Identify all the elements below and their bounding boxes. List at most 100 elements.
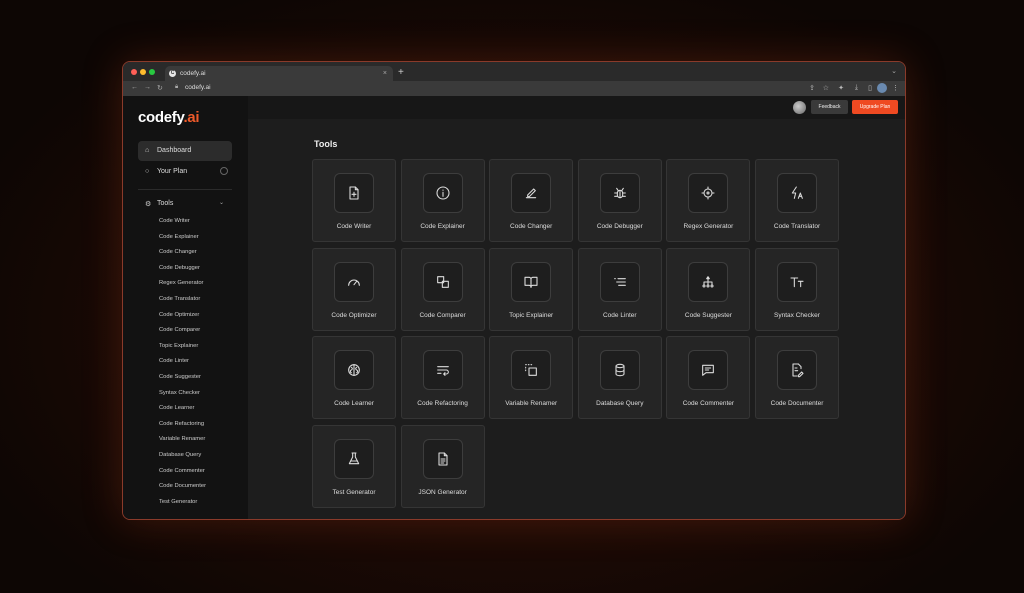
- sidebar-item-your-plan[interactable]: ○ Your Plan: [138, 162, 232, 182]
- tool-card-variable-renamer[interactable]: Variable Renamer: [489, 336, 574, 420]
- forward-icon[interactable]: →: [144, 84, 151, 91]
- sidebar-tool-link[interactable]: Code Documenter: [159, 483, 206, 489]
- browser-menu-icon[interactable]: ⋮: [892, 84, 899, 92]
- favicon-icon: C: [169, 70, 176, 77]
- tool-card-code-changer[interactable]: Code Changer: [489, 159, 574, 242]
- back-icon[interactable]: ←: [131, 84, 138, 91]
- sidebar-tool-link[interactable]: Code Writer: [159, 218, 190, 224]
- sidebar-tool-link[interactable]: Test Generator: [159, 499, 197, 505]
- sidebar-tool-link[interactable]: Code Comparer: [159, 327, 200, 333]
- tool-card-code-optimizer[interactable]: Code Optimizer: [312, 247, 396, 331]
- tool-card-label: Variable Renamer: [505, 400, 558, 408]
- tool-card-code-refactoring[interactable]: Code Refactoring: [400, 336, 485, 420]
- tool-card-label: Code Documenter: [770, 400, 824, 408]
- pencil-icon: [511, 173, 552, 213]
- sidebar-tool-link[interactable]: Syntax Checker: [159, 390, 200, 396]
- main-content: Feedback Upgrade Plan Tools Code Writer C…: [248, 96, 905, 519]
- tab-title: codefy.ai: [180, 70, 206, 77]
- tool-card-syntax-checker[interactable]: Syntax Checker: [755, 247, 839, 331]
- new-tab-icon[interactable]: +: [398, 66, 404, 79]
- tab-search-chevron-icon[interactable]: ⌄: [891, 67, 897, 75]
- tool-card-label: Syntax Checker: [774, 311, 820, 319]
- sidebar-tool-link[interactable]: Code Optimizer: [159, 312, 199, 318]
- sidebar-tool-link[interactable]: Topic Explainer: [159, 343, 198, 349]
- tool-card-label: Topic Explainer: [509, 311, 554, 319]
- gauge-icon: [334, 261, 374, 302]
- tool-card-code-writer[interactable]: Code Writer: [312, 159, 396, 242]
- target-icon: [688, 173, 729, 213]
- sidebar-tool-link[interactable]: Database Query: [159, 452, 201, 458]
- tool-card-code-commenter[interactable]: Code Commenter: [666, 336, 751, 420]
- tool-card-label: Code Comparer: [419, 311, 466, 319]
- sidebar-tool-link[interactable]: Code Linter: [159, 358, 189, 364]
- feedback-button[interactable]: Feedback: [811, 100, 848, 114]
- upgrade-plan-button[interactable]: Upgrade Plan: [852, 100, 898, 114]
- tool-card-code-explainer[interactable]: Code Explainer: [400, 159, 485, 242]
- reload-icon[interactable]: ↻: [157, 84, 163, 92]
- user-avatar[interactable]: [793, 101, 806, 114]
- browser-tab[interactable]: C codefy.ai ×: [165, 66, 393, 81]
- download-icon[interactable]: ⤓: [855, 84, 858, 92]
- tool-card-code-documenter[interactable]: Code Documenter: [755, 336, 839, 420]
- tool-card-label: Code Refactoring: [417, 400, 468, 408]
- tool-card-label: Code Explainer: [420, 223, 465, 230]
- select-icon: [511, 350, 552, 391]
- tool-card-topic-explainer[interactable]: Topic Explainer: [489, 247, 574, 331]
- brain-icon: [334, 350, 374, 391]
- minimize-window-icon[interactable]: [140, 69, 146, 75]
- tool-card-code-debugger[interactable]: Code Debugger: [577, 159, 662, 242]
- tool-card-test-generator[interactable]: Test Generator: [312, 424, 396, 508]
- sidebar-tool-link[interactable]: Code Translator: [159, 296, 200, 302]
- tools-icon: ⚙: [145, 201, 152, 208]
- sidebar-item-dashboard[interactable]: ⌂ Dashboard: [138, 141, 232, 161]
- close-window-icon[interactable]: [131, 69, 137, 75]
- sidebar-tool-link[interactable]: Code Suggester: [159, 374, 201, 380]
- top-bar: Feedback Upgrade Plan: [248, 96, 905, 119]
- tool-card-json-generator[interactable]: JSON Generator: [400, 424, 485, 508]
- tool-card-code-suggester[interactable]: Code Suggester: [666, 247, 751, 331]
- tab-close-icon[interactable]: ×: [383, 66, 387, 81]
- sidebar-tool-link[interactable]: Code Changer: [159, 249, 197, 255]
- maximize-window-icon[interactable]: [149, 69, 155, 75]
- tool-card-label: Code Translator: [773, 223, 821, 230]
- tool-card-label: Test Generator: [332, 488, 376, 496]
- url-field[interactable]: codefy.ai: [185, 84, 211, 91]
- tool-card-label: Code Debugger: [596, 223, 643, 230]
- plan-icon: ○: [145, 168, 150, 175]
- tool-card-regex-generator[interactable]: Regex Generator: [666, 159, 751, 242]
- tool-card-code-linter[interactable]: Code Linter: [577, 247, 662, 331]
- file-text-icon: [422, 438, 463, 479]
- sidebar-divider: [138, 189, 232, 190]
- address-bar: ← → ↻ 🔒︎ codefy.ai ⇪ ☆ ✦ ⤓ ▯ ⋮: [123, 81, 905, 96]
- tool-card-label: Code Writer: [336, 223, 372, 230]
- sidebar-tool-link[interactable]: Variable Renamer: [159, 436, 205, 442]
- sidebar-tool-link[interactable]: Code Refactoring: [159, 421, 204, 427]
- tool-card-label: Code Commenter: [682, 400, 735, 408]
- profile-avatar[interactable]: [877, 83, 887, 93]
- sidebar-toggle-icon[interactable]: ▯: [868, 84, 872, 92]
- sidebar-item-label: Tools: [157, 200, 174, 207]
- tool-card-label: Database Query: [596, 400, 644, 408]
- tool-card-database-query[interactable]: Database Query: [577, 336, 662, 420]
- sidebar-tool-link[interactable]: Code Debugger: [159, 265, 200, 271]
- lock-icon[interactable]: 🔒︎: [175, 84, 178, 91]
- tool-card-code-comparer[interactable]: Code Comparer: [400, 247, 485, 331]
- sidebar-tool-link[interactable]: Code Explainer: [159, 234, 199, 240]
- wrap-text-icon: [422, 350, 463, 391]
- sidebar-tool-link[interactable]: Regex Generator: [159, 280, 203, 286]
- book-icon: [511, 261, 552, 302]
- logo[interactable]: codefy.ai: [138, 109, 200, 126]
- translate-icon: [777, 173, 817, 213]
- sidebar-item-tools[interactable]: ⚙ Tools ⌄: [138, 194, 232, 214]
- list-icon: [599, 261, 640, 302]
- tool-card-code-learner[interactable]: Code Learner: [312, 336, 396, 420]
- hierarchy-icon: [688, 261, 729, 302]
- comment-icon: [688, 350, 729, 391]
- extensions-icon[interactable]: ✦: [838, 84, 844, 92]
- sidebar-tool-link[interactable]: Code Learner: [159, 405, 194, 411]
- sidebar-tool-link[interactable]: Code Commenter: [159, 468, 205, 474]
- chevron-down-icon[interactable]: ⌄: [219, 199, 224, 206]
- tool-card-code-translator[interactable]: Code Translator: [755, 159, 839, 242]
- bookmark-star-icon[interactable]: ☆: [823, 84, 829, 92]
- share-icon[interactable]: ⇪: [809, 84, 815, 92]
